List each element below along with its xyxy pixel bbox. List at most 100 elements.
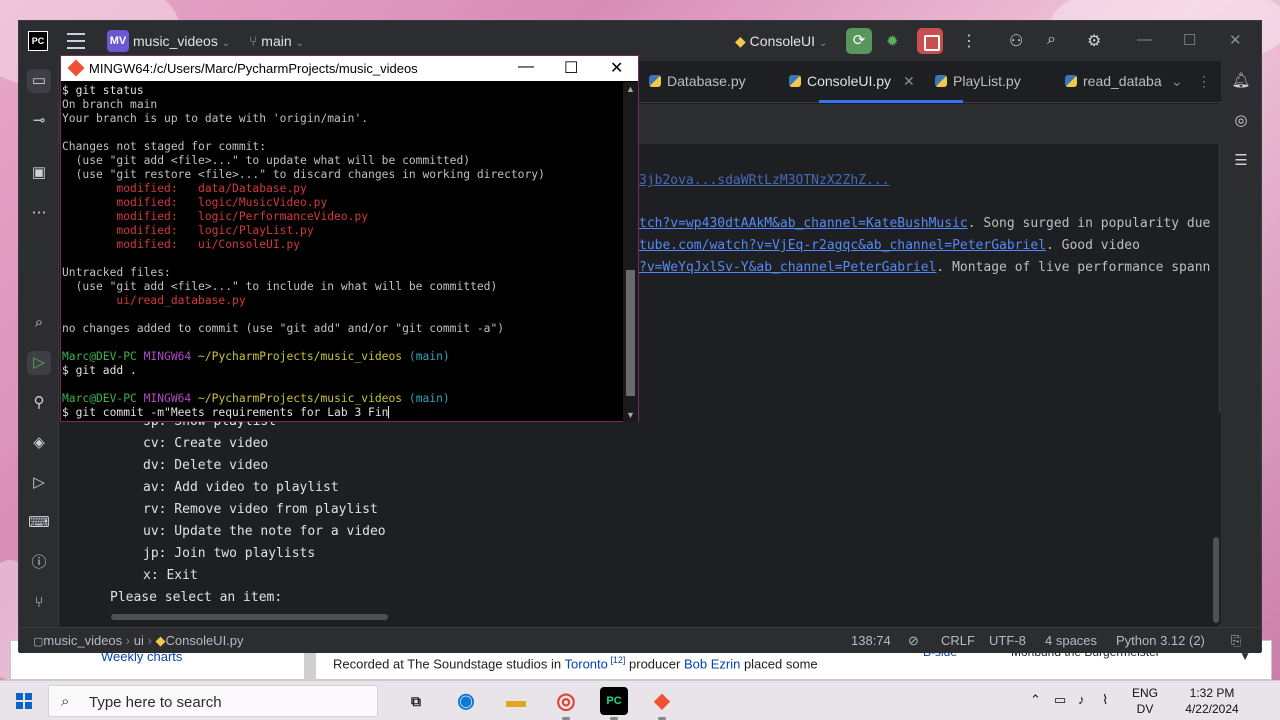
terminal-text: ~/PycharmProjects/music_videos xyxy=(198,350,409,363)
tab-consoleui[interactable]: ConsoleUI.py ✕ xyxy=(789,73,915,90)
citation-ref[interactable]: [12] xyxy=(608,655,625,665)
terminal-output[interactable]: $ git status On branch main Your branch is… xyxy=(61,82,625,422)
taskbar-search[interactable]: ⌕ Type here to search xyxy=(48,685,378,717)
indent-setting[interactable]: 4 spaces xyxy=(1045,633,1097,648)
windows-start-icon[interactable] xyxy=(16,693,32,709)
menu-item: jp: Join two playlists xyxy=(143,546,316,561)
maximize-icon[interactable]: ☐ xyxy=(1183,31,1196,49)
breadcrumb: ▢music_videos › ui › ◆ConsoleUI.py xyxy=(33,633,244,648)
clock[interactable]: 1:32 PM 4/22/2024 xyxy=(1182,685,1242,717)
terminal-line xyxy=(62,252,625,266)
database-icon[interactable]: ☰ xyxy=(1229,149,1253,173)
project-folder-icon[interactable]: ▭ xyxy=(27,69,51,93)
terminal-line: modified: logic/MusicVideo.py xyxy=(62,196,625,210)
edge-browser-icon[interactable]: ◉ xyxy=(452,687,480,715)
tab-database[interactable]: Database.py xyxy=(649,73,746,89)
chrome-icon[interactable]: ◎ xyxy=(552,687,580,715)
network-icon[interactable]: ▭ xyxy=(1054,692,1066,708)
editor-line[interactable]: 3jb2ova...sdaWRtLzM3OTNzX2ZhZ... xyxy=(639,173,889,188)
windows-taskbar: ⌕ Type here to search ⧉ ◉ ▬ ◎ PC ◆ ⌃ ▭ ♪… xyxy=(0,680,1280,720)
tab-playlist[interactable]: PlayList.py xyxy=(935,73,1021,89)
more-tools-icon[interactable]: ⋯ xyxy=(27,201,51,225)
close-icon[interactable]: ✕ xyxy=(1229,31,1242,49)
layers-icon[interactable]: ◈ xyxy=(27,431,51,455)
caret-position[interactable]: 138:74 xyxy=(851,633,891,648)
run-tool-icon[interactable]: ▷ xyxy=(27,351,51,375)
pycharm-taskbar-icon[interactable]: PC xyxy=(600,687,628,715)
scroll-thumb[interactable] xyxy=(626,270,635,396)
gear-icon[interactable]: ⚙ xyxy=(1087,31,1101,51)
text-cursor xyxy=(388,406,390,418)
terminal-icon[interactable]: ⌨ xyxy=(27,511,51,535)
python-interpreter[interactable]: Python 3.12 (2) xyxy=(1116,633,1205,648)
task-view-icon[interactable]: ⧉ xyxy=(402,687,430,715)
close-tab-icon[interactable]: ✕ xyxy=(903,73,915,89)
debug-icon[interactable]: ✹ xyxy=(886,32,899,50)
run-config-selector[interactable]: ◆ ConsoleUI ⌄ xyxy=(735,33,827,50)
branch-selector[interactable]: ⑂ main ⌄ xyxy=(249,33,304,49)
scroll-up-icon[interactable]: ▲ xyxy=(626,84,635,94)
minimize-icon[interactable]: — xyxy=(1137,31,1152,48)
vertical-scrollbar[interactable] xyxy=(1213,537,1219,623)
terminal-line xyxy=(62,126,625,140)
main-menu-icon[interactable] xyxy=(67,33,85,49)
tabs-overflow-icon[interactable]: ⌄ xyxy=(1171,73,1183,90)
terminal-line: $ git status xyxy=(62,84,625,98)
more-tabs-icon[interactable]: ⋮ xyxy=(1197,73,1211,90)
volume-icon[interactable]: ♪ xyxy=(1078,692,1085,707)
no-inspections-icon[interactable]: ⊘ xyxy=(908,633,919,649)
file-explorer-icon[interactable]: ▬ xyxy=(502,687,530,715)
search-icon[interactable]: ⌕ xyxy=(1047,31,1056,49)
wifi-icon[interactable]: ⌇ xyxy=(1102,692,1108,708)
git-bash-window[interactable]: MINGW64:/c/Users/Marc/PycharmProjects/mu… xyxy=(60,55,639,422)
more-actions-icon[interactable]: ⋮ xyxy=(961,31,977,51)
git-bash-taskbar-icon[interactable]: ◆ xyxy=(648,687,676,715)
terminal-line: $ git add . xyxy=(62,364,625,378)
terminal-line: Marc@DEV-PC MINGW64 ~/PycharmProjects/mu… xyxy=(62,392,625,406)
breadcrumb-file[interactable]: ConsoleUI.py xyxy=(165,633,243,648)
editor-line[interactable]: tube.com/watch?v=VjEq-r2agqc&ab_channel=… xyxy=(639,238,1140,253)
terminal-line: (use "git restore <file>..." to discard … xyxy=(62,168,625,182)
terminal-text: On branch main xyxy=(62,98,158,111)
editor-line[interactable]: ?v=WeYqJxlSv-Y&ab_channel=PeterGabriel. … xyxy=(639,260,1210,275)
find-icon[interactable]: ⌕ xyxy=(27,311,51,335)
add-user-icon[interactable]: ⚇ xyxy=(1009,31,1023,51)
terminal-text: $ git commit -m"Meets requirements for L… xyxy=(62,406,389,419)
pycharm-logo-icon: PC xyxy=(28,31,48,51)
python-file-icon: ◆ xyxy=(735,33,746,49)
console-prompt: Please select an item: xyxy=(110,590,283,605)
git-icon[interactable]: ⑂ xyxy=(27,591,51,615)
ai-assistant-icon[interactable]: ◎ xyxy=(1229,109,1253,133)
rerun-button[interactable]: ⟳ xyxy=(846,28,872,54)
breadcrumb-folder[interactable]: ui xyxy=(134,633,144,648)
services-icon[interactable]: ▷ xyxy=(27,471,51,495)
project-selector[interactable]: music_videos ⌄ xyxy=(133,33,230,49)
scroll-down-icon[interactable]: ▼ xyxy=(626,410,635,420)
stop-button[interactable] xyxy=(917,28,943,54)
file-encoding[interactable]: UTF-8 xyxy=(989,633,1026,648)
terminal-line: modified: ui/ConsoleUI.py xyxy=(62,238,625,252)
python-file-icon xyxy=(789,75,801,87)
minimize-icon[interactable]: — xyxy=(518,58,534,76)
terminal-scrollbar[interactable]: ▲ ▼ xyxy=(623,82,638,422)
python-file-icon xyxy=(1065,75,1077,87)
editor-line[interactable]: tch?v=wp430dtAAkM&ab_channel=KateBushMus… xyxy=(639,216,1210,231)
lock-icon[interactable]: ⎘ xyxy=(1231,633,1241,649)
tray-overflow-icon[interactable]: ⌃ xyxy=(1030,692,1041,708)
notifications-icon[interactable]: 🔔︎ xyxy=(1229,69,1253,93)
language-indicator[interactable]: ENG DV xyxy=(1128,685,1162,717)
project-badge[interactable]: MV xyxy=(107,30,129,52)
breadcrumb-project[interactable]: music_videos xyxy=(43,633,122,648)
close-icon[interactable]: ✕ xyxy=(610,58,623,78)
maximize-icon[interactable]: ☐ xyxy=(564,58,578,78)
horizontal-scrollbar[interactable] xyxy=(111,614,388,620)
bob-ezrin-link[interactable]: Bob Ezrin xyxy=(684,656,740,671)
tab-read-database[interactable]: read_databa xyxy=(1065,73,1162,89)
toronto-link[interactable]: Toronto xyxy=(565,656,608,671)
python-console-icon[interactable]: ⚲ xyxy=(27,391,51,415)
structure-icon[interactable]: ▣ xyxy=(27,161,51,185)
problems-icon[interactable]: ⓘ xyxy=(27,551,51,575)
line-ending[interactable]: CRLF xyxy=(941,633,975,648)
terminal-text: Changes not staged for commit: xyxy=(62,140,267,153)
commit-icon[interactable]: ⊸ xyxy=(27,109,51,133)
